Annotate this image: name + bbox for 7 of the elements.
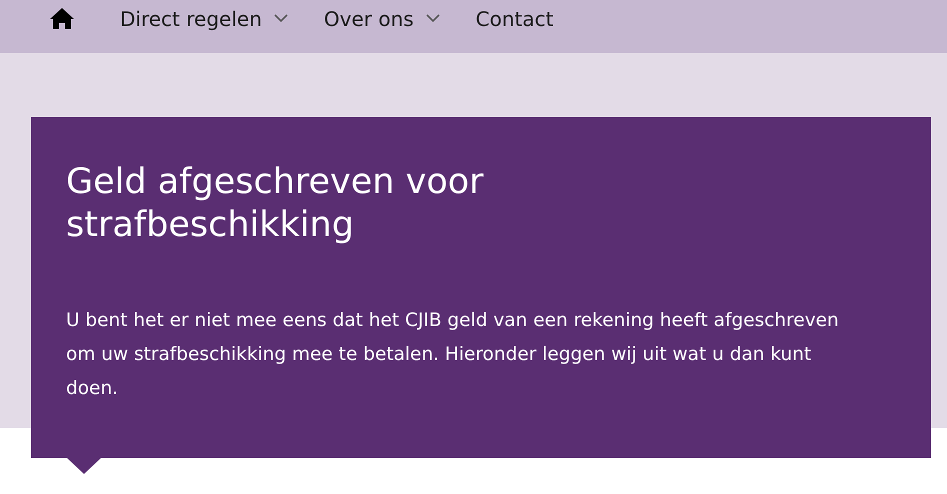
nav-link[interactable]: Contact <box>458 0 572 37</box>
nav-menu-button[interactable]: Over ons <box>306 0 458 37</box>
page-title: Geld afgeschreven voor strafbeschikking <box>66 161 485 247</box>
nav-menu-button[interactable]: Direct regelen <box>102 0 306 37</box>
intro-paragraph: U bent het er niet mee eens dat het CJIB geld van een rekening heeft afgeschreven om uw strafbeschikking mee te betalen. Hieronder leggen wij uit wat u dan kunt doen. <box>66 309 840 401</box>
chevron-down-icon <box>274 14 288 23</box>
chevron-down-icon <box>426 14 440 23</box>
